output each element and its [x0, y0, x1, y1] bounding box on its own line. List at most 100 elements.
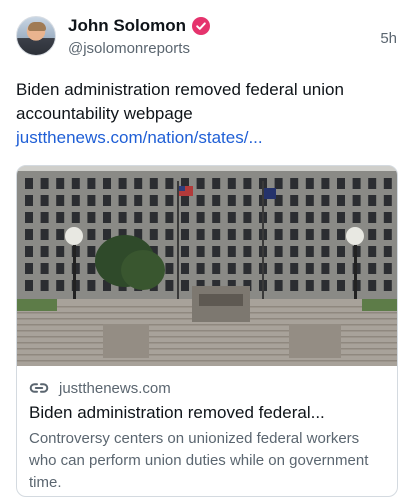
- building-window: [212, 263, 221, 274]
- building-window: [290, 280, 299, 291]
- post-timestamp[interactable]: 5h: [380, 30, 397, 47]
- building-window: [305, 195, 314, 206]
- building-window: [40, 178, 49, 189]
- building-window: [368, 195, 377, 206]
- building-window: [149, 212, 158, 223]
- building-window: [87, 212, 96, 223]
- building-window: [134, 195, 143, 206]
- building-window: [243, 212, 252, 223]
- card-title[interactable]: Biden administration removed federal...: [29, 402, 385, 424]
- building-window: [274, 246, 283, 257]
- building-window: [181, 263, 189, 274]
- post-body: Biden administration removed federal uni…: [16, 80, 344, 123]
- building-window: [243, 263, 252, 274]
- building-window: [181, 246, 189, 257]
- building-window: [196, 246, 205, 257]
- building-window: [40, 246, 49, 257]
- building-window: [56, 246, 65, 257]
- building-window: [40, 195, 49, 206]
- card-description: Controversy centers on unionized federal…: [29, 430, 369, 491]
- post-link[interactable]: justthenews.com/nation/states/...: [16, 128, 263, 147]
- building-window: [368, 212, 377, 223]
- building-window: [227, 229, 236, 240]
- building-window: [181, 195, 189, 206]
- building-window: [165, 178, 174, 189]
- building-window: [212, 195, 221, 206]
- post[interactable]: John Solomon @jsolomonreports 5h Biden a…: [0, 0, 415, 500]
- building-window: [305, 212, 314, 223]
- building-window: [165, 212, 174, 223]
- building-window: [25, 178, 33, 189]
- building-window: [87, 178, 96, 189]
- card-domain: justthenews.com: [59, 379, 171, 397]
- building-window: [165, 280, 174, 291]
- building-window: [337, 212, 345, 223]
- building-window: [243, 178, 252, 189]
- building-window: [274, 229, 283, 240]
- building-window: [337, 246, 345, 257]
- building-window: [87, 263, 96, 274]
- building-window: [227, 246, 236, 257]
- building-window: [274, 263, 283, 274]
- building-window: [71, 178, 80, 189]
- building-window: [87, 280, 96, 291]
- building-window: [243, 246, 252, 257]
- building-window: [196, 178, 205, 189]
- building-window: [40, 212, 49, 223]
- building-window: [212, 246, 221, 257]
- building-window: [134, 178, 143, 189]
- building-window: [196, 229, 205, 240]
- building-window: [305, 280, 314, 291]
- building-window: [196, 195, 205, 206]
- building-window: [149, 178, 158, 189]
- building-window: [321, 229, 330, 240]
- building-window: [368, 246, 377, 257]
- author-handle[interactable]: @jsolomonreports: [68, 40, 190, 57]
- building-window: [321, 263, 330, 274]
- building-window: [165, 229, 174, 240]
- building-window: [40, 280, 49, 291]
- building-window: [40, 229, 49, 240]
- building-window: [368, 229, 377, 240]
- building-window: [118, 212, 127, 223]
- building-window: [368, 178, 377, 189]
- building-window: [227, 263, 236, 274]
- building-window: [118, 195, 127, 206]
- building-window: [212, 229, 221, 240]
- building-window: [274, 212, 283, 223]
- building-window: [290, 178, 299, 189]
- building-window: [321, 178, 330, 189]
- building-window: [305, 229, 314, 240]
- building-window: [243, 229, 252, 240]
- link-icon: [29, 383, 49, 393]
- building-window: [352, 195, 361, 206]
- building-window: [243, 195, 252, 206]
- building-window: [305, 178, 314, 189]
- building-window: [165, 246, 174, 257]
- avatar[interactable]: [16, 16, 56, 56]
- building-window: [118, 178, 127, 189]
- verified-badge-icon: [192, 17, 211, 35]
- building-window: [56, 212, 65, 223]
- building-window: [25, 229, 33, 240]
- building-window: [337, 195, 345, 206]
- card-meta: justthenews.com Biden administration rem…: [17, 366, 397, 494]
- building-window: [25, 280, 33, 291]
- author-name-row: John Solomon: [68, 16, 211, 36]
- building-window: [383, 246, 392, 257]
- building-window: [103, 212, 111, 223]
- building-window: [290, 263, 299, 274]
- building-photo: [17, 166, 397, 366]
- card-image[interactable]: [17, 166, 397, 366]
- link-preview-card[interactable]: justthenews.com Biden administration rem…: [16, 165, 398, 497]
- building-window: [352, 212, 361, 223]
- display-name[interactable]: John Solomon: [68, 16, 186, 36]
- building-window: [383, 229, 392, 240]
- building-window: [103, 229, 111, 240]
- building-window: [25, 246, 33, 257]
- building-window: [71, 212, 80, 223]
- building-window: [290, 195, 299, 206]
- building-window: [352, 178, 361, 189]
- building-window: [290, 229, 299, 240]
- building-window: [368, 280, 377, 291]
